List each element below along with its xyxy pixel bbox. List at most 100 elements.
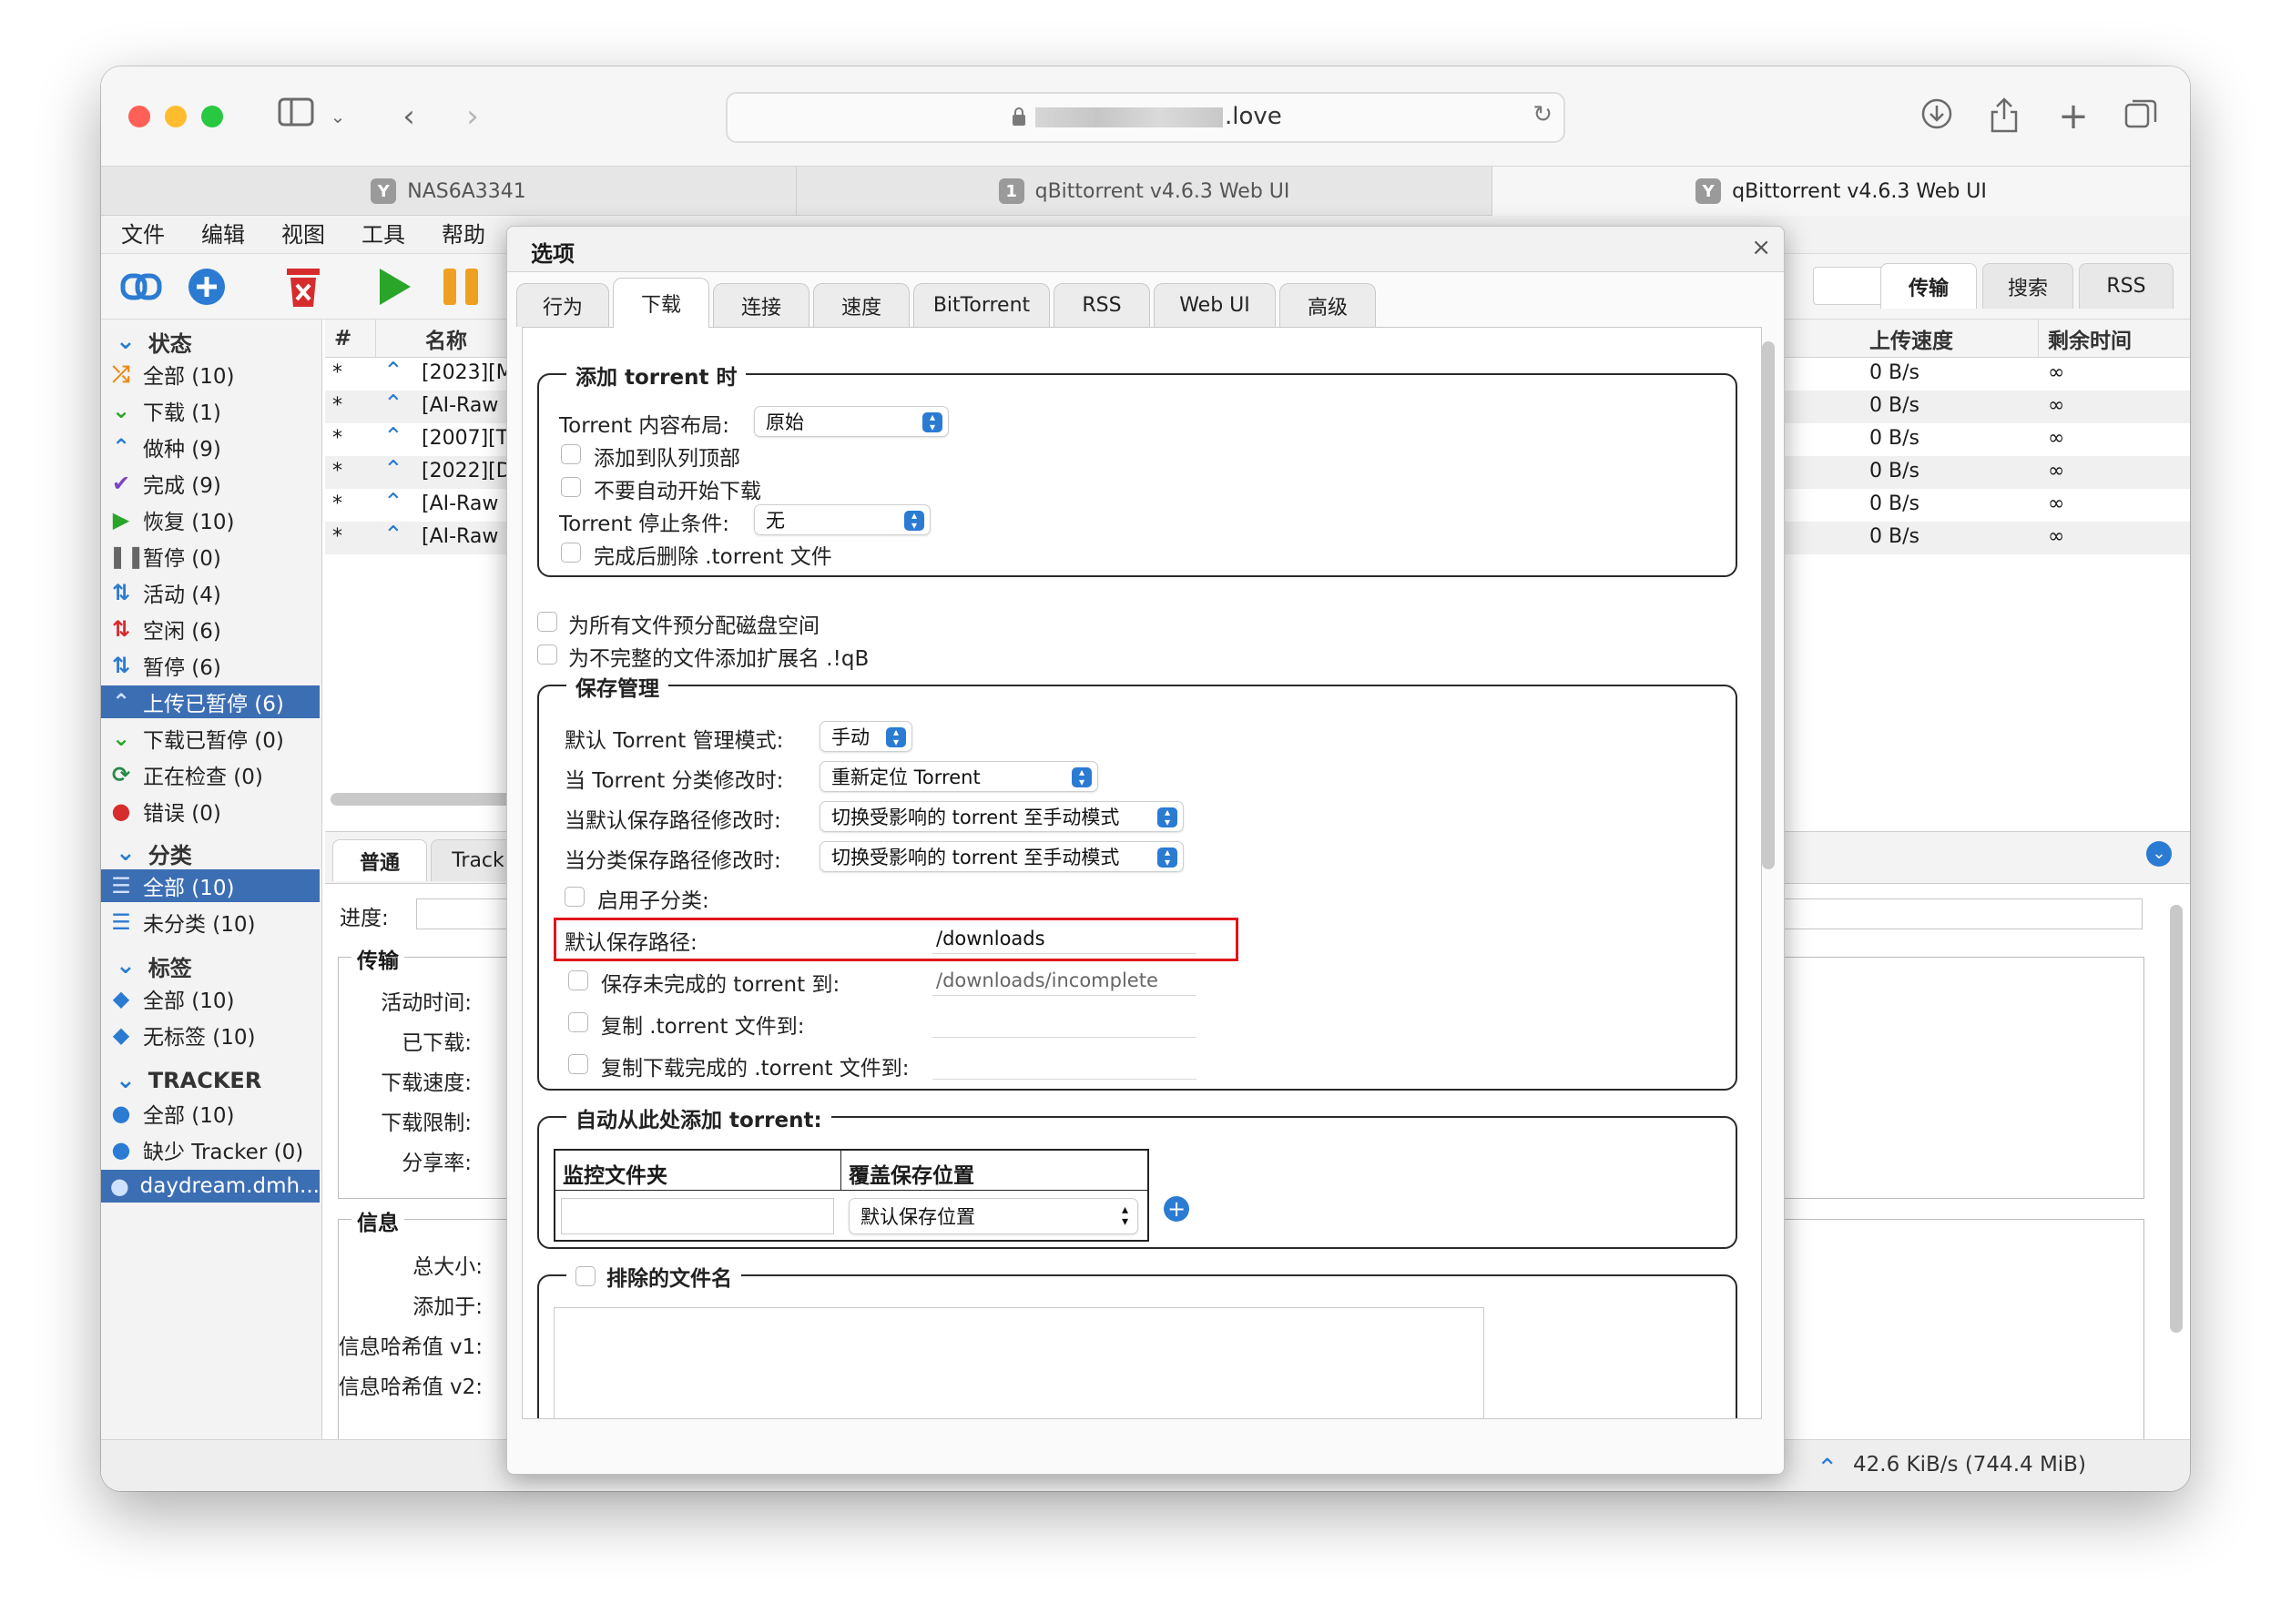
new-tab-icon[interactable]: + <box>2055 97 2092 136</box>
browser-tab[interactable]: Y NAS6A3341 <box>101 167 797 216</box>
tracker-item-all[interactable]: ● 全部 (10) <box>101 1097 320 1130</box>
category-header[interactable]: ⌄ 分类 <box>116 837 192 869</box>
tag-item-untagged[interactable]: ◆ 无标签 (10) <box>101 1019 320 1051</box>
add-top-checkbox[interactable] <box>561 444 581 464</box>
delete-icon[interactable] <box>283 265 323 312</box>
sidebar-item-all[interactable]: ⤮ 全部 (10) <box>101 358 320 391</box>
sidebar-item-checking[interactable]: ⟳ 正在检查 (0) <box>101 758 320 791</box>
tab-overview-icon[interactable] <box>2123 97 2159 136</box>
tracker-header[interactable]: ⌄ TRACKER <box>116 1064 261 1097</box>
add-link-icon[interactable] <box>119 267 163 310</box>
close-icon[interactable]: × <box>1751 234 1771 261</box>
category-item-all[interactable]: ☰ 全部 (10) <box>101 869 320 902</box>
stop-condition-select[interactable]: 无 ▴ ▾ <box>754 504 931 535</box>
chevron-down-icon[interactable]: ⌄ <box>2146 841 2172 867</box>
preallocate-checkbox[interactable] <box>537 612 557 632</box>
delete-after-checkbox[interactable] <box>561 543 581 563</box>
browser-tab[interactable]: 1 qBittorrent v4.6.3 Web UI <box>797 167 1492 216</box>
minimize-window-button[interactable] <box>165 106 187 127</box>
tag-header[interactable]: ⌄ 标签 <box>116 949 192 982</box>
sidebar-item-inactive[interactable]: ⇅ 空闲 (6) <box>101 613 320 645</box>
category-path-changed-select[interactable]: 切换受影响的 torrent 至手动模式 ▴ ▾ <box>820 841 1184 872</box>
zoom-window-button[interactable] <box>201 106 223 127</box>
watch-folder-input[interactable] <box>561 1198 834 1234</box>
sidebar-item-download-paused[interactable]: ⌄ 下载已暂停 (0) <box>101 722 320 755</box>
downloads-icon[interactable] <box>1919 97 1955 136</box>
default-path-changed-select[interactable]: 切换受影响的 torrent 至手动模式 ▴ ▾ <box>820 801 1184 832</box>
tab-rss[interactable]: RSS <box>2079 263 2174 309</box>
tab-general[interactable]: 普通 <box>332 839 427 881</box>
subcategory-checkbox[interactable] <box>565 887 585 907</box>
sidebar-item-paused[interactable]: ❚❚ 暂停 (0) <box>101 540 320 573</box>
tab-advanced[interactable]: 高级 <box>1279 283 1376 327</box>
header-upspeed[interactable]: 上传速度 <box>1860 320 2039 358</box>
tab-title: qBittorrent v4.6.3 Web UI <box>1732 179 1987 203</box>
sidebar-item-downloading[interactable]: ⌄ 下载 (1) <box>101 394 320 427</box>
back-button[interactable]: ‹ <box>392 97 425 136</box>
sidebar-item-active[interactable]: ⇅ 活动 (4) <box>101 576 320 609</box>
management-mode-select[interactable]: 手动 ▴ ▾ <box>820 721 912 752</box>
sidebar-item-resumed[interactable]: ▶ 恢复 (10) <box>101 503 320 536</box>
copy-finished-checkbox[interactable] <box>568 1054 588 1074</box>
category-item-uncategorized[interactable]: ☰ 未分类 (10) <box>101 906 320 939</box>
options-dialog: 选项 × 行为 下载 连接 速度 BitTorrent RSS Web UI 高… <box>506 226 1785 1475</box>
tab-bittorrent[interactable]: BitTorrent <box>913 283 1050 327</box>
location-pin-icon: ● <box>111 1101 131 1126</box>
default-save-path-input[interactable]: /downloads <box>932 923 1196 954</box>
sidebar-toggle-icon[interactable] <box>276 97 316 136</box>
menu-file[interactable]: 文件 <box>121 219 165 250</box>
dialog-scrollbar[interactable] <box>1762 341 1775 869</box>
properties-scrollbar[interactable] <box>2170 905 2183 1333</box>
close-window-button[interactable] <box>128 106 150 127</box>
forward-button[interactable]: › <box>456 97 489 136</box>
copy-finished-input[interactable] <box>932 1049 1196 1080</box>
excluded-files-textarea[interactable] <box>554 1307 1484 1418</box>
tab-rss[interactable]: RSS <box>1054 283 1150 327</box>
copy-torrent-checkbox[interactable] <box>568 1012 588 1032</box>
add-folder-icon[interactable]: + <box>1164 1196 1189 1222</box>
append-ext-checkbox[interactable] <box>537 645 557 665</box>
menu-tools[interactable]: 工具 <box>361 219 405 250</box>
tab-connection[interactable]: 连接 <box>713 283 809 327</box>
exclude-checkbox[interactable] <box>575 1266 596 1286</box>
sidebar-item-seeding[interactable]: ⌃ 做种 (9) <box>101 431 320 463</box>
incomplete-path-checkbox[interactable] <box>568 970 588 990</box>
tab-webui[interactable]: Web UI <box>1154 283 1276 327</box>
tab-behavior[interactable]: 行为 <box>516 283 609 327</box>
sidebar-item-stalled[interactable]: ⇅ 暂停 (6) <box>101 649 320 682</box>
copy-torrent-input[interactable] <box>932 1007 1196 1038</box>
no-autostart-checkbox[interactable] <box>561 477 581 497</box>
header-num[interactable]: # <box>325 320 376 358</box>
address-bar[interactable]: .love ↻ <box>726 92 1565 143</box>
upload-icon: ⌃ <box>1817 1453 1838 1483</box>
tab-speed[interactable]: 速度 <box>813 283 910 327</box>
pause-icon[interactable] <box>442 267 482 310</box>
tab-downloads[interactable]: 下载 <box>613 278 709 328</box>
sidebar-item-completed[interactable]: ✔ 完成 (9) <box>101 467 320 500</box>
category-changed-select[interactable]: 重新定位 Torrent ▴ ▾ <box>820 761 1098 792</box>
browser-tab-active[interactable]: Y qBittorrent v4.6.3 Web UI <box>1492 167 2190 216</box>
resume-icon[interactable] <box>376 267 412 310</box>
reload-icon[interactable]: ↻ <box>1532 101 1553 128</box>
incomplete-path-input[interactable]: /downloads/incomplete <box>932 965 1196 996</box>
share-icon[interactable] <box>1986 97 2022 136</box>
menu-help[interactable]: 帮助 <box>442 219 485 250</box>
tab-transfer[interactable]: 传输 <box>1880 263 1977 309</box>
status-header[interactable]: ⌄ 状态 <box>116 325 192 358</box>
favicon-icon: Y <box>1695 178 1722 204</box>
sidebar-item-upload-paused[interactable]: ⌃ 上传已暂停 (6) <box>101 685 320 718</box>
add-torrent-icon[interactable] <box>187 267 227 310</box>
tag-item-all[interactable]: ◆ 全部 (10) <box>101 982 320 1015</box>
header-eta[interactable]: 剩余时间 <box>2039 320 2190 358</box>
sidebar-item-errored[interactable]: ● 错误 (0) <box>101 795 320 827</box>
content-layout-select[interactable]: 原始 ▴ ▾ <box>754 406 949 437</box>
menu-edit[interactable]: 编辑 <box>201 219 245 250</box>
override-select[interactable]: 默认保存位置 ▴ ▾ <box>849 1198 1138 1234</box>
tracker-item-daydream[interactable]: ● daydream.dmh... <box>101 1170 320 1203</box>
menu-view[interactable]: 视图 <box>281 219 325 250</box>
tab-search[interactable]: 搜索 <box>1982 263 2073 309</box>
download-paused-icon: ⌄ <box>111 726 131 751</box>
content-layout-label: Torrent 内容布局: <box>559 414 730 438</box>
tracker-item-trackerless[interactable]: ● 缺少 Tracker (0) <box>101 1133 320 1166</box>
chevron-down-icon[interactable]: ⌄ <box>327 97 349 136</box>
